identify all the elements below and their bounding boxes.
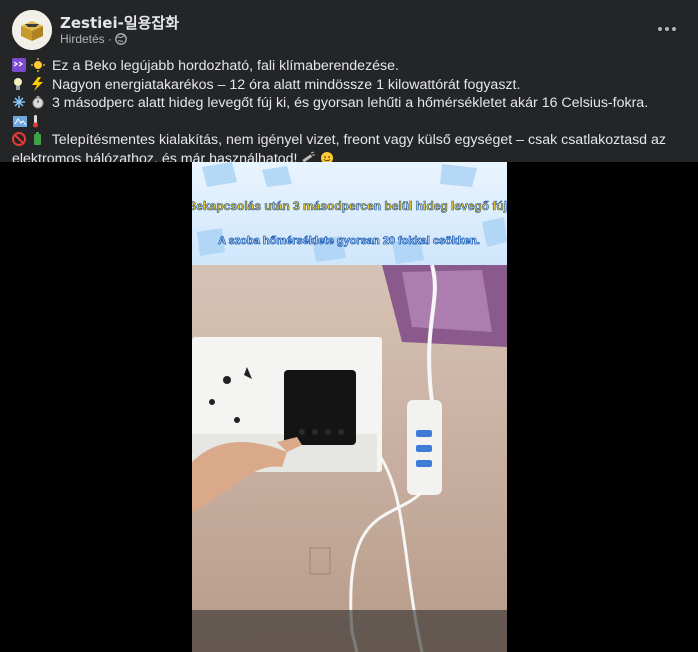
emoji-icons	[13, 114, 38, 127]
post-line: Ez a Beko legújabb hordozható, fali klím…	[12, 57, 682, 76]
post-line-1: Ez a Beko legújabb hordozható, fali klím…	[51, 58, 399, 74]
emoji-icons	[14, 76, 43, 91]
video-player[interactable]: Bekapcsolás után 3 másodpercen belül hid…	[0, 162, 698, 652]
meta-separator: ·	[107, 32, 112, 46]
avatar-logo	[12, 10, 52, 50]
ad-post: Zestiei-일용잡화 Hirdetés · Ez a Beko legúja…	[0, 0, 698, 652]
emoji-icons	[12, 58, 45, 72]
emoji-icons	[13, 96, 44, 109]
video-caption-1: Bekapcsolás után 3 másodpercen belül hid…	[192, 199, 507, 213]
avatar[interactable]	[12, 10, 52, 50]
post-meta: Hirdetés ·	[60, 32, 127, 46]
post-line-2: Nagyon energiatakarékos – 12 óra alatt m…	[51, 76, 521, 93]
sponsored-label[interactable]: Hirdetés	[60, 32, 105, 46]
post-header: Zestiei-일용잡화 Hirdetés ·	[12, 10, 686, 52]
globe-icon[interactable]	[114, 33, 127, 45]
post-text: Ez a Beko legújabb hordozható, fali klím…	[12, 57, 682, 168]
more-options-button[interactable]	[652, 14, 682, 44]
page-name[interactable]: Zestiei-일용잡화	[60, 12, 179, 33]
emoji-icons	[12, 132, 41, 146]
video-frame[interactable]: Bekapcsolás után 3 másodpercen belül hid…	[192, 162, 507, 652]
more-icon	[658, 27, 676, 31]
video-still: Bekapcsolás után 3 másodpercen belül hid…	[192, 162, 507, 652]
post-line-3: 3 másodperc alatt hideg levegőt fúj ki, …	[51, 95, 649, 111]
post-line: 3 másodperc alatt hideg levegőt fúj ki, …	[12, 94, 682, 131]
post-line: Nagyon energiatakarékos – 12 óra alatt m…	[12, 76, 682, 95]
video-caption-2: A szoba hőmérséklete gyorsan 20 fokkal c…	[218, 235, 480, 247]
